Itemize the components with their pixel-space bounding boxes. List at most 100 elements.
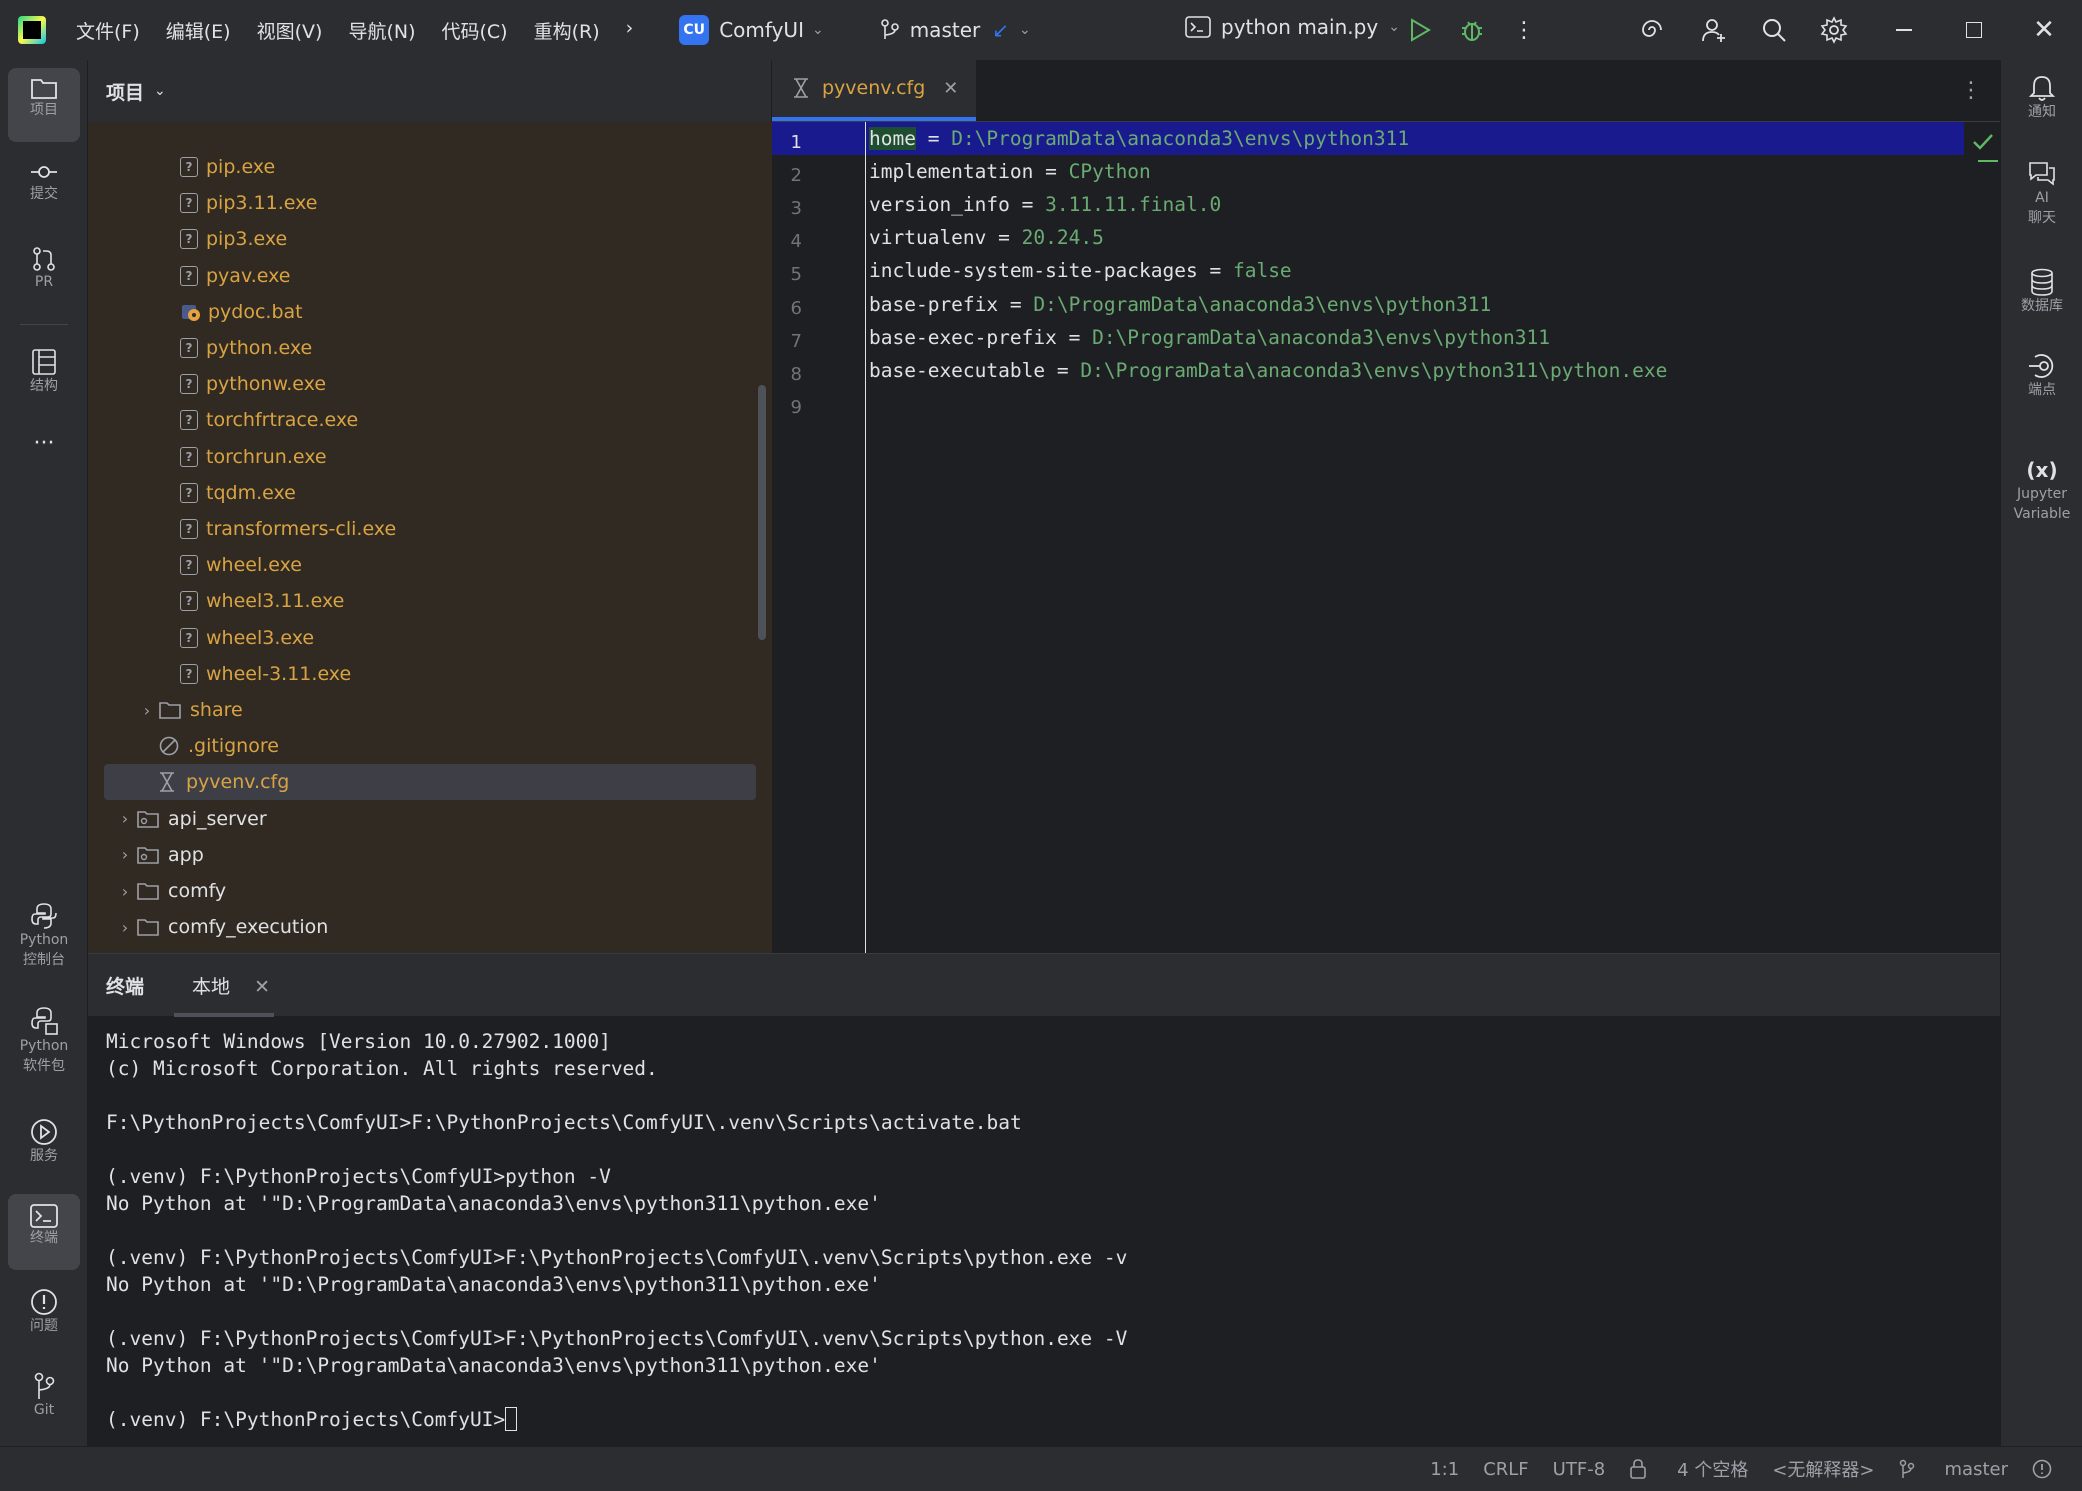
chevron-right-icon[interactable]: › [114, 882, 136, 901]
minimize-button[interactable] [1888, 14, 1920, 46]
close-tab-icon[interactable]: ✕ [943, 78, 958, 99]
chevron-right-icon[interactable]: › [114, 918, 136, 937]
more-actions-icon[interactable]: ⋮ [1508, 14, 1540, 46]
status-branch[interactable]: master [1899, 1459, 2008, 1480]
menu-code[interactable]: 代码(C) [441, 17, 507, 44]
tree-item[interactable]: ? python.exe [88, 330, 772, 366]
code-line: virtualenv = 20.24.5 [869, 221, 1104, 254]
project-panel-header[interactable]: 项目 ⌄ [88, 60, 771, 122]
code-line: base-exec-prefix = D:\ProgramData\anacon… [869, 321, 1550, 354]
tool-endpoints[interactable]: 端点 [2001, 352, 2082, 400]
editor-options-icon[interactable]: ⋮ [1960, 78, 1982, 103]
tree-item[interactable]: ? torchfrtrace.exe [88, 402, 772, 438]
terminal-prompt: (.venv) F:\PythonProjects\ComfyUI> [106, 1408, 506, 1431]
status-indent[interactable]: 4 个空格 [1629, 1456, 1748, 1482]
config-value: CPython [1068, 160, 1151, 184]
tree-item[interactable]: ? pip3.exe [88, 221, 772, 257]
menu-more-chevron-icon[interactable]: › [626, 17, 634, 44]
tree-item-label: wheel.exe [206, 554, 302, 577]
status-line-separator[interactable]: CRLF [1483, 1459, 1528, 1480]
tree-item[interactable]: › app [88, 837, 772, 873]
tree-scrollbar[interactable] [758, 385, 766, 640]
tree-item[interactable]: ? wheel-3.11.exe [88, 656, 772, 692]
close-tab-icon[interactable]: ✕ [254, 976, 270, 998]
tool-notifications[interactable]: 通知 [2001, 74, 2082, 122]
run-button[interactable] [1404, 14, 1436, 46]
line-number: 7 [790, 330, 802, 352]
tree-item-label: pyvenv.cfg [186, 771, 290, 794]
status-caret-position[interactable]: 1:1 [1430, 1459, 1459, 1480]
tree-item[interactable]: ? wheel3.11.exe [88, 583, 772, 619]
module-folder-icon [137, 810, 159, 828]
chevron-right-icon[interactable]: › [114, 809, 136, 828]
run-configuration[interactable]: python main.py ⌄ [1185, 15, 1400, 39]
tree-item[interactable]: ? wheel.exe [88, 547, 772, 583]
tree-item[interactable]: pydoc.bat [88, 294, 772, 330]
tool-terminal[interactable]: 终端 [8, 1194, 80, 1270]
tree-item[interactable]: › comfy_execution [88, 909, 772, 945]
status-interpreter[interactable]: <无解释器> [1772, 1456, 1874, 1482]
tree-item[interactable]: ? wheel3.exe [88, 620, 772, 656]
code-line: base-prefix = D:\ProgramData\anaconda3\e… [869, 288, 1491, 321]
right-tool-strip: 通知 AI 聊天 数据库 端点 (x) Jupyter Variable [2000, 60, 2082, 1446]
tree-item[interactable]: › comfy [88, 873, 772, 909]
status-encoding[interactable]: UTF-8 [1553, 1459, 1605, 1480]
tree-item[interactable]: ? pip3.11.exe [88, 185, 772, 221]
tool-services[interactable]: 服务 [8, 1118, 80, 1166]
project-switcher[interactable]: CU ComfyUI ⌄ [679, 15, 824, 45]
config-value: D:\ProgramData\anaconda3\envs\python311 [951, 127, 1410, 150]
unknown-file-icon: ? [180, 555, 198, 576]
menu-refactor[interactable]: 重构(R) [534, 17, 600, 44]
tool-pull-requests[interactable]: PR [8, 246, 80, 292]
endpoints-icon [2029, 354, 2054, 378]
menu-navigate[interactable]: 导航(N) [348, 17, 415, 44]
close-button[interactable]: ✕ [2028, 14, 2060, 46]
menu-view[interactable]: 视图(V) [257, 17, 323, 44]
tool-ai-chat[interactable]: AI 聊天 [2001, 160, 2082, 228]
status-problems-icon[interactable] [2032, 1459, 2052, 1479]
debug-button[interactable] [1456, 14, 1488, 46]
tool-commit[interactable]: 提交 [8, 160, 80, 204]
tree-item[interactable]: ? torchrun.exe [88, 439, 772, 475]
tool-python-packages[interactable]: Python 软件包 [8, 1006, 80, 1076]
config-value: 3.11.11.final.0 [1045, 193, 1222, 217]
tool-jupyter-variables[interactable]: (x) Jupyter Variable [2001, 456, 2082, 524]
settings-button[interactable] [1818, 14, 1850, 46]
tree-item[interactable]: pyvenv.cfg [104, 764, 756, 801]
tool-label: 问题 [30, 1318, 58, 1334]
run-icon [1411, 18, 1431, 42]
ai-assistant-button[interactable] [1636, 14, 1668, 46]
tool-label: 通知 [2028, 104, 2056, 120]
code-line: base-executable = D:\ProgramData\anacond… [869, 354, 1667, 387]
add-user-button[interactable] [1698, 14, 1730, 46]
tool-project[interactable]: 项目 [8, 68, 80, 142]
tree-item[interactable]: ? transformers-cli.exe [88, 511, 772, 547]
tree-item[interactable]: › api_server [88, 801, 772, 837]
search-button[interactable] [1758, 14, 1790, 46]
terminal-output[interactable]: Microsoft Windows [Version 10.0.27902.10… [106, 1028, 1127, 1433]
menu-file[interactable]: 文件(F) [76, 17, 140, 44]
tool-structure[interactable]: 结构 [8, 348, 80, 396]
project-name: ComfyUI [719, 18, 804, 42]
assignment-operator: = [1045, 358, 1081, 382]
menu-edit[interactable]: 编辑(E) [166, 17, 231, 44]
tree-item[interactable]: ? pip.exe [88, 149, 772, 185]
tree-item[interactable]: ? pyav.exe [88, 258, 772, 294]
more-tools-icon[interactable]: ··· [8, 433, 80, 455]
tree-item[interactable]: .gitignore [88, 728, 772, 764]
maximize-button[interactable] [1958, 14, 1990, 46]
tool-git[interactable]: Git [8, 1372, 80, 1420]
tool-problems[interactable]: 问题 [8, 1288, 80, 1336]
tree-item[interactable]: ? pythonw.exe [88, 366, 772, 402]
unknown-file-icon: ? [180, 482, 198, 503]
tool-python-console[interactable]: Python 控制台 [8, 902, 80, 970]
tree-item[interactable]: › share [88, 692, 772, 728]
tab-pyvenv-cfg[interactable]: pyvenv.cfg ✕ [772, 59, 977, 121]
branch-switcher[interactable]: master ↙ ⌄ [880, 18, 1031, 42]
chevron-right-icon[interactable]: › [136, 701, 158, 720]
terminal-tab-local[interactable]: 本地 ✕ [174, 972, 275, 1017]
tree-item[interactable]: ? tqdm.exe [88, 475, 772, 511]
tree-item[interactable]: ›comfy_extras [88, 945, 772, 953]
chevron-right-icon[interactable]: › [114, 845, 136, 864]
tool-database[interactable]: 数据库 [2001, 268, 2082, 316]
